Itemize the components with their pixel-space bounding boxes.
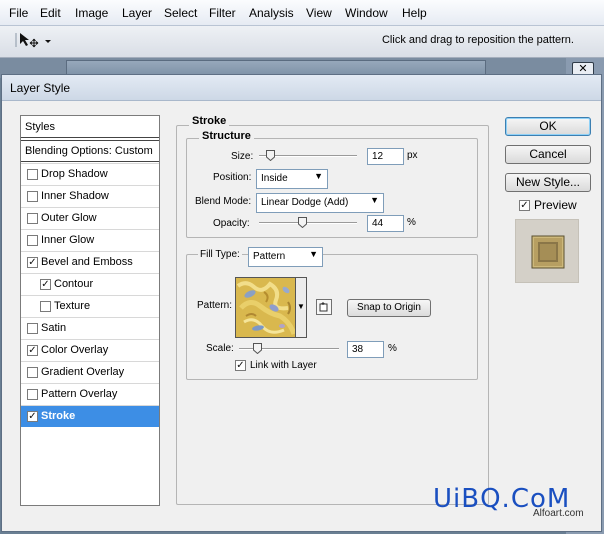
snap-to-origin-button[interactable]: Snap to Origin <box>347 299 431 317</box>
size-unit: px <box>407 150 418 161</box>
menu-edit[interactable]: Edit <box>40 6 61 20</box>
list-item-inner-glow[interactable]: Inner Glow <box>21 229 159 251</box>
gradient-overlay-checkbox[interactable] <box>27 367 38 378</box>
scale-input[interactable]: 38 <box>347 341 384 358</box>
preview-checkbox[interactable]: ✓ <box>519 200 530 211</box>
list-item-label: Outer Glow <box>41 212 97 224</box>
size-slider-thumb[interactable] <box>266 150 275 161</box>
position-select[interactable]: Inside ▼ <box>256 169 328 189</box>
styles-header[interactable]: Styles <box>21 116 159 138</box>
position-label: Position: <box>213 172 252 183</box>
list-item-bevel-emboss[interactable]: ✓ Bevel and Emboss <box>21 251 159 273</box>
list-item-label: Drop Shadow <box>41 168 108 180</box>
menu-help[interactable]: Help <box>402 6 427 20</box>
list-item-stroke[interactable]: ✓ Stroke <box>21 405 159 427</box>
chevron-down-icon: ▼ <box>370 195 379 205</box>
list-item-outer-glow[interactable]: Outer Glow <box>21 207 159 229</box>
fill-type-group <box>186 254 478 380</box>
list-item-drop-shadow[interactable]: Drop Shadow <box>21 163 159 185</box>
satin-checkbox[interactable] <box>27 323 38 334</box>
list-item-label: Color Overlay <box>41 344 109 356</box>
opacity-label: Opacity: <box>213 218 250 229</box>
position-value: Inside <box>261 173 288 184</box>
list-item-label: Inner Shadow <box>41 190 109 202</box>
pattern-swatch[interactable] <box>235 277 296 338</box>
list-item-inner-shadow[interactable]: Inner Shadow <box>21 185 159 207</box>
new-style-button[interactable]: New Style... <box>505 173 591 192</box>
contour-checkbox[interactable]: ✓ <box>40 279 51 290</box>
list-item-label: Texture <box>54 300 91 312</box>
color-overlay-checkbox[interactable]: ✓ <box>27 345 38 356</box>
chevron-down-icon: ▼ <box>309 249 318 259</box>
fill-type-select[interactable]: Pattern ▼ <box>248 247 323 267</box>
bevel-emboss-checkbox[interactable]: ✓ <box>27 257 38 268</box>
opacity-unit: % <box>407 217 416 228</box>
blend-mode-label: Blend Mode: <box>195 196 252 207</box>
size-label: Size: <box>231 151 254 162</box>
stroke-title: Stroke <box>189 115 230 127</box>
scale-slider-thumb[interactable] <box>253 343 262 354</box>
list-item-gradient-overlay[interactable]: Gradient Overlay <box>21 361 159 383</box>
opacity-slider-thumb[interactable] <box>298 217 307 228</box>
list-item-label: Bevel and Emboss <box>41 256 133 268</box>
list-item-label: Pattern Overlay <box>41 388 118 400</box>
menu-window[interactable]: Window <box>345 6 388 20</box>
blend-mode-select[interactable]: Linear Dodge (Add) ▼ <box>256 193 384 213</box>
menu-select[interactable]: Select <box>164 6 197 20</box>
list-item-label: Contour <box>54 278 94 290</box>
cancel-button[interactable]: Cancel <box>505 145 591 164</box>
style-preview <box>515 219 579 283</box>
chevron-down-icon: ▼ <box>314 171 323 181</box>
opacity-input[interactable]: 44 <box>367 215 404 232</box>
list-item-texture[interactable]: Texture <box>21 295 159 317</box>
dialog-titlebar: Layer Style <box>2 75 601 101</box>
menu-filter[interactable]: Filter <box>209 6 236 20</box>
texture-checkbox[interactable] <box>40 301 51 312</box>
fill-type-label: Fill Type: <box>198 249 242 260</box>
size-input[interactable]: 12 <box>367 148 404 165</box>
move-pattern-tool-icon[interactable] <box>10 29 56 53</box>
fill-type-value: Pattern <box>253 251 286 262</box>
opacity-slider-track[interactable] <box>259 222 357 224</box>
menu-layer[interactable]: Layer <box>122 6 152 20</box>
list-item-color-overlay[interactable]: ✓ Color Overlay <box>21 339 159 361</box>
list-item-pattern-overlay[interactable]: Pattern Overlay <box>21 383 159 405</box>
options-hint: Click and drag to reposition the pattern… <box>381 34 574 46</box>
link-with-layer-label: Link with Layer <box>250 360 317 371</box>
list-item-label: Inner Glow <box>41 234 95 246</box>
list-item-label: Stroke <box>41 410 76 422</box>
list-item-satin[interactable]: Satin <box>21 317 159 339</box>
new-preset-icon[interactable] <box>316 299 332 315</box>
watermark-small: Alfoart.com <box>533 508 584 519</box>
inner-glow-checkbox[interactable] <box>27 235 38 246</box>
list-item-label: Satin <box>41 322 67 334</box>
pattern-picker-arrow[interactable]: ▼ <box>296 277 307 338</box>
menu-file[interactable]: File <box>9 6 28 20</box>
list-item-label: Gradient Overlay <box>41 366 125 378</box>
options-bar: Click and drag to reposition the pattern… <box>0 26 604 58</box>
menu-analysis[interactable]: Analysis <box>249 6 294 20</box>
preview-label: Preview <box>534 198 577 212</box>
menubar: File Edit Image Layer Select Filter Anal… <box>0 0 604 26</box>
pattern-label: Pattern: <box>197 300 233 311</box>
scale-label: Scale: <box>206 343 234 354</box>
pattern-overlay-checkbox[interactable] <box>27 389 38 400</box>
menu-image[interactable]: Image <box>75 6 108 20</box>
menu-view[interactable]: View <box>306 6 332 20</box>
dialog-title: Layer Style <box>10 81 71 95</box>
link-with-layer-checkbox[interactable]: ✓ <box>235 360 246 371</box>
styles-list: Styles Blending Options: Custom Drop Sha… <box>20 115 160 506</box>
drop-shadow-checkbox[interactable] <box>27 169 38 180</box>
structure-title: Structure <box>199 130 254 142</box>
stroke-checkbox[interactable]: ✓ <box>27 411 38 422</box>
outer-glow-checkbox[interactable] <box>27 213 38 224</box>
inner-shadow-checkbox[interactable] <box>27 191 38 202</box>
scale-unit: % <box>388 343 397 354</box>
list-item-contour[interactable]: ✓ Contour <box>21 273 159 295</box>
blend-mode-value: Linear Dodge (Add) <box>261 197 349 208</box>
ok-button[interactable]: OK <box>505 117 591 136</box>
blending-options-header[interactable]: Blending Options: Custom <box>21 140 159 162</box>
